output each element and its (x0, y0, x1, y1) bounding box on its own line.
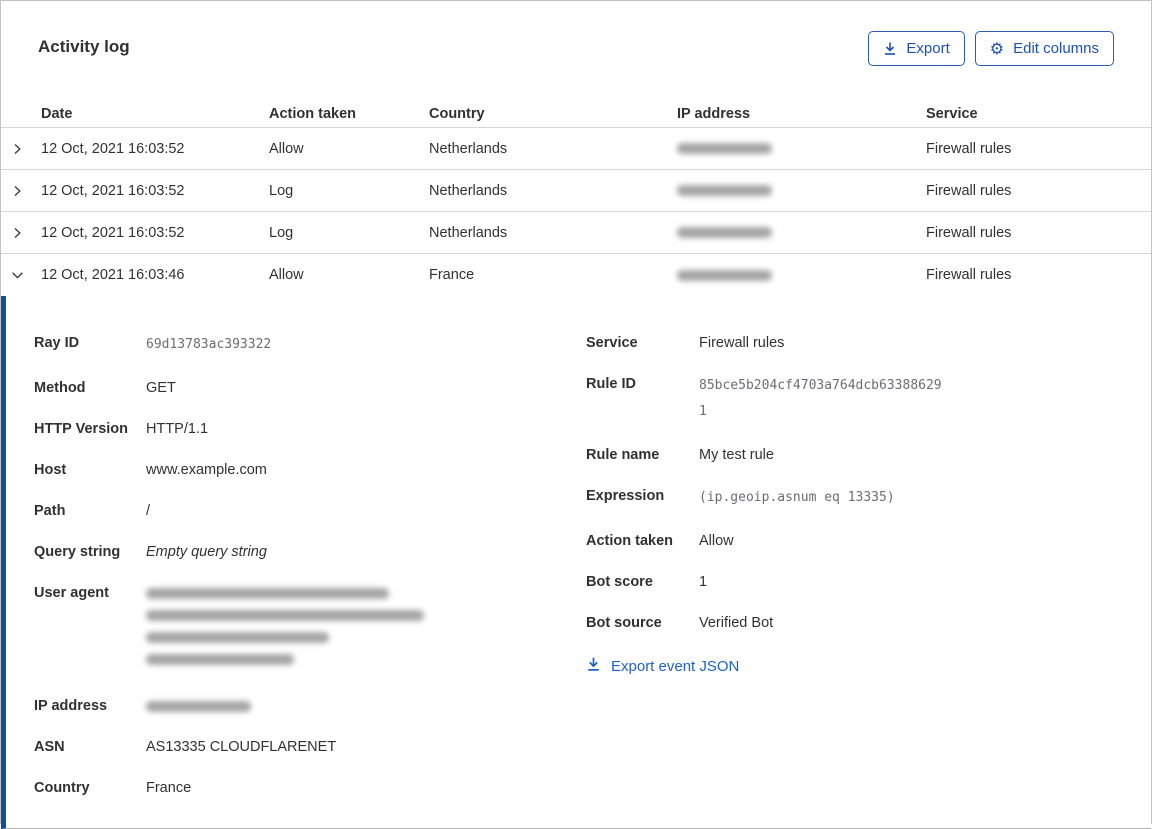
row-ip-address-redacted (677, 183, 926, 199)
export-button-label: Export (906, 40, 950, 57)
detail-field-path: Path / (34, 503, 151, 519)
row-date: 12 Oct, 2021 16:03:46 (41, 267, 185, 283)
detail-field-expression: Expression (ip.geoip.asnum eq 13335) (586, 488, 895, 505)
detail-field-method: Method GET (34, 380, 176, 396)
row-action-taken: Allow (269, 267, 304, 283)
detail-field-query-string: Query string Empty query string (34, 544, 267, 560)
detail-field-rule-name: Rule name My test rule (586, 447, 774, 463)
detail-field-user-agent: User agent (34, 582, 586, 676)
download-icon (883, 41, 897, 56)
chevron-down-icon[interactable] (1, 269, 41, 281)
detail-field-bot-score: Bot score 1 (586, 574, 708, 590)
row-date: 12 Oct, 2021 16:03:52 (41, 182, 185, 199)
ip-address-redacted (146, 695, 586, 717)
column-header-date: Date (41, 105, 73, 122)
row-service: Firewall rules (926, 182, 1012, 199)
row-country: Netherlands (429, 140, 508, 157)
row-action-taken: Allow (269, 140, 304, 157)
activity-log-page: { "page": { "title": "Activity log" }, "… (0, 0, 1152, 829)
row-country: France (429, 267, 475, 283)
column-header-action-taken: Action taken (269, 105, 357, 122)
row-action-taken: Log (269, 182, 294, 199)
table-header-row: Date Action taken Country IP address Ser… (1, 100, 1151, 128)
row-ip-address-redacted (677, 225, 926, 241)
chevron-right-icon[interactable] (1, 143, 41, 155)
column-header-ip-address: IP address (677, 105, 751, 122)
detail-left-column: Ray ID 69d13783ac393322 Method GET HTTP … (34, 332, 586, 818)
chevron-right-icon[interactable] (1, 185, 41, 197)
detail-field-service: Service Firewall rules (586, 335, 785, 351)
detail-field-http-version: HTTP Version HTTP/1.1 (34, 421, 209, 437)
header: Activity log Export ⚙ Edit columns (1, 1, 1151, 66)
detail-field-action-taken: Action taken Allow (586, 533, 734, 549)
row-ip-address-redacted (677, 141, 926, 157)
export-button[interactable]: Export (868, 31, 965, 66)
edit-columns-button[interactable]: ⚙ Edit columns (974, 31, 1114, 66)
detail-field-host: Host www.example.com (34, 462, 267, 478)
user-agent-redacted (146, 582, 586, 676)
table-row[interactable]: 12 Oct, 2021 16:03:52 Log Netherlands Fi… (1, 170, 1151, 212)
table-row-expanded[interactable]: 12 Oct, 2021 16:03:46 Allow France Firew… (1, 254, 1151, 296)
detail-field-country: Country France (34, 780, 192, 796)
column-header-country: Country (429, 105, 485, 122)
activity-log-table: Date Action taken Country IP address Ser… (1, 100, 1151, 829)
download-icon (586, 656, 601, 676)
event-detail-panel: Ray ID 69d13783ac393322 Method GET HTTP … (1, 296, 1151, 829)
row-ip-address-redacted (677, 267, 926, 283)
detail-field-bot-source: Bot source Verified Bot (586, 615, 774, 631)
gear-icon: ⚙ (989, 38, 1005, 58)
detail-field-ray-id: Ray ID 69d13783ac393322 (34, 335, 272, 352)
row-service: Firewall rules (926, 140, 1012, 157)
column-header-service: Service (926, 105, 978, 122)
export-event-json-label: Export event JSON (611, 657, 740, 675)
row-service: Firewall rules (926, 267, 1012, 283)
export-event-json-link[interactable]: Export event JSON (586, 656, 739, 676)
detail-right-column: Service Firewall rules Rule ID 85bce5b20… (586, 332, 1151, 676)
row-country: Netherlands (429, 182, 508, 199)
row-service: Firewall rules (926, 224, 1012, 241)
row-country: Netherlands (429, 224, 508, 241)
edit-columns-button-label: Edit columns (1013, 40, 1099, 57)
row-date: 12 Oct, 2021 16:03:52 (41, 224, 185, 241)
table-row[interactable]: 12 Oct, 2021 16:03:52 Log Netherlands Fi… (1, 212, 1151, 254)
row-date: 12 Oct, 2021 16:03:52 (41, 140, 185, 157)
chevron-right-icon[interactable] (1, 227, 41, 239)
detail-field-rule-id: Rule ID 85bce5b204cf4703a764dcb633886291 (586, 376, 942, 419)
page-title: Activity log (38, 37, 130, 56)
row-action-taken: Log (269, 224, 294, 241)
table-row[interactable]: 12 Oct, 2021 16:03:52 Allow Netherlands … (1, 128, 1151, 170)
detail-field-ip-address: IP address (34, 695, 586, 717)
toolbar: Export ⚙ Edit columns (868, 31, 1114, 66)
detail-field-asn: ASN AS13335 CLOUDFLARENET (34, 739, 337, 755)
